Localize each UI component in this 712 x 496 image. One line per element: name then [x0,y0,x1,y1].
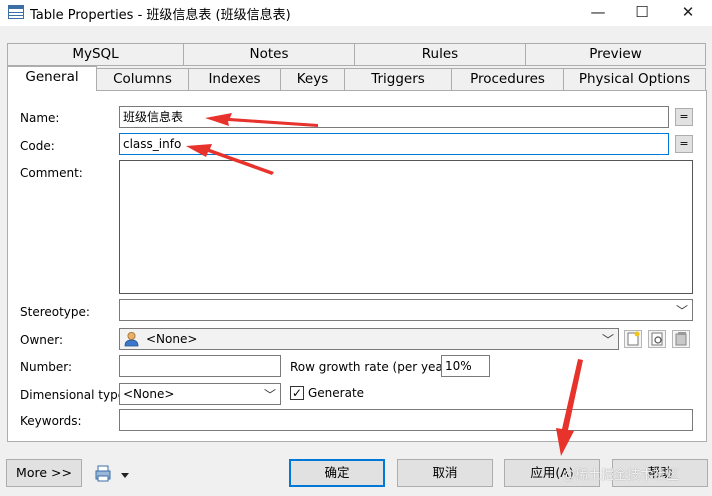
tab-preview[interactable]: Preview [525,43,706,66]
tab-columns[interactable]: Columns [96,68,189,91]
name-eq-button[interactable]: = [675,108,693,126]
owner-label: Owner: [20,333,64,347]
more-button[interactable]: More >> [6,459,82,487]
row-growth-label: Row growth rate (per year): [290,360,457,374]
chevron-down-icon: ﹀ [675,304,688,318]
cancel-button[interactable]: 取消 [397,459,493,487]
row-growth-field[interactable]: 10% [441,355,490,377]
title-bar: Table Properties - 班级信息表 (班级信息表) — ☐ ✕ [0,0,712,26]
user-icon [124,332,139,347]
new-object-icon[interactable] [624,330,642,348]
keywords-label: Keywords: [20,414,82,428]
name-label: Name: [20,111,60,125]
generate-checkbox[interactable]: ✓ [290,386,304,400]
maximize-button[interactable]: ☐ [620,0,664,26]
number-label: Number: [20,360,73,374]
name-field[interactable]: 班级信息表 [119,106,669,128]
dimensional-type-value: <None> [123,387,175,401]
ok-button[interactable]: 确定 [289,459,385,487]
tab-procedures[interactable]: Procedures [451,68,564,91]
stereotype-select[interactable]: ﹀ [119,299,693,321]
code-label: Code: [20,139,55,153]
tab-physical-options[interactable]: Physical Options [563,68,706,91]
window-title: Table Properties - 班级信息表 (班级信息表) [30,8,291,23]
stereotype-label: Stereotype: [20,305,90,319]
properties-icon[interactable] [648,330,666,348]
table-icon [8,5,24,19]
owner-select[interactable]: <None> ﹀ [119,328,619,350]
code-field[interactable]: class_info [119,133,669,155]
chevron-down-icon: ﹀ [263,388,276,402]
tab-indexes[interactable]: Indexes [188,68,281,91]
tab-keys[interactable]: Keys [280,68,345,91]
chevron-down-icon: ﹀ [601,333,614,347]
tab-rules[interactable]: Rules [354,43,526,66]
code-eq-button[interactable]: = [675,135,693,153]
comment-label: Comment: [20,166,83,180]
close-button[interactable]: ✕ [666,0,710,26]
print-dropdown[interactable] [95,464,131,484]
owner-value: <None> [146,332,198,346]
tab-notes[interactable]: Notes [183,43,355,66]
tab-triggers[interactable]: Triggers [344,68,452,91]
printer-icon [95,465,129,482]
tab-mysql[interactable]: MySQL [7,43,184,66]
number-field[interactable] [119,355,281,377]
dimensional-type-select[interactable]: <None> ﹀ [119,383,281,405]
comment-textarea[interactable] [119,160,693,294]
dimensional-type-label: Dimensional type: [20,388,130,402]
generate-label: Generate [308,386,365,400]
keywords-field[interactable] [119,409,693,431]
minimize-button[interactable]: — [576,0,620,26]
watermark: @稀土掘金技术社区 [562,468,680,483]
delete-icon[interactable] [672,330,690,348]
tab-general[interactable]: General [7,66,97,91]
